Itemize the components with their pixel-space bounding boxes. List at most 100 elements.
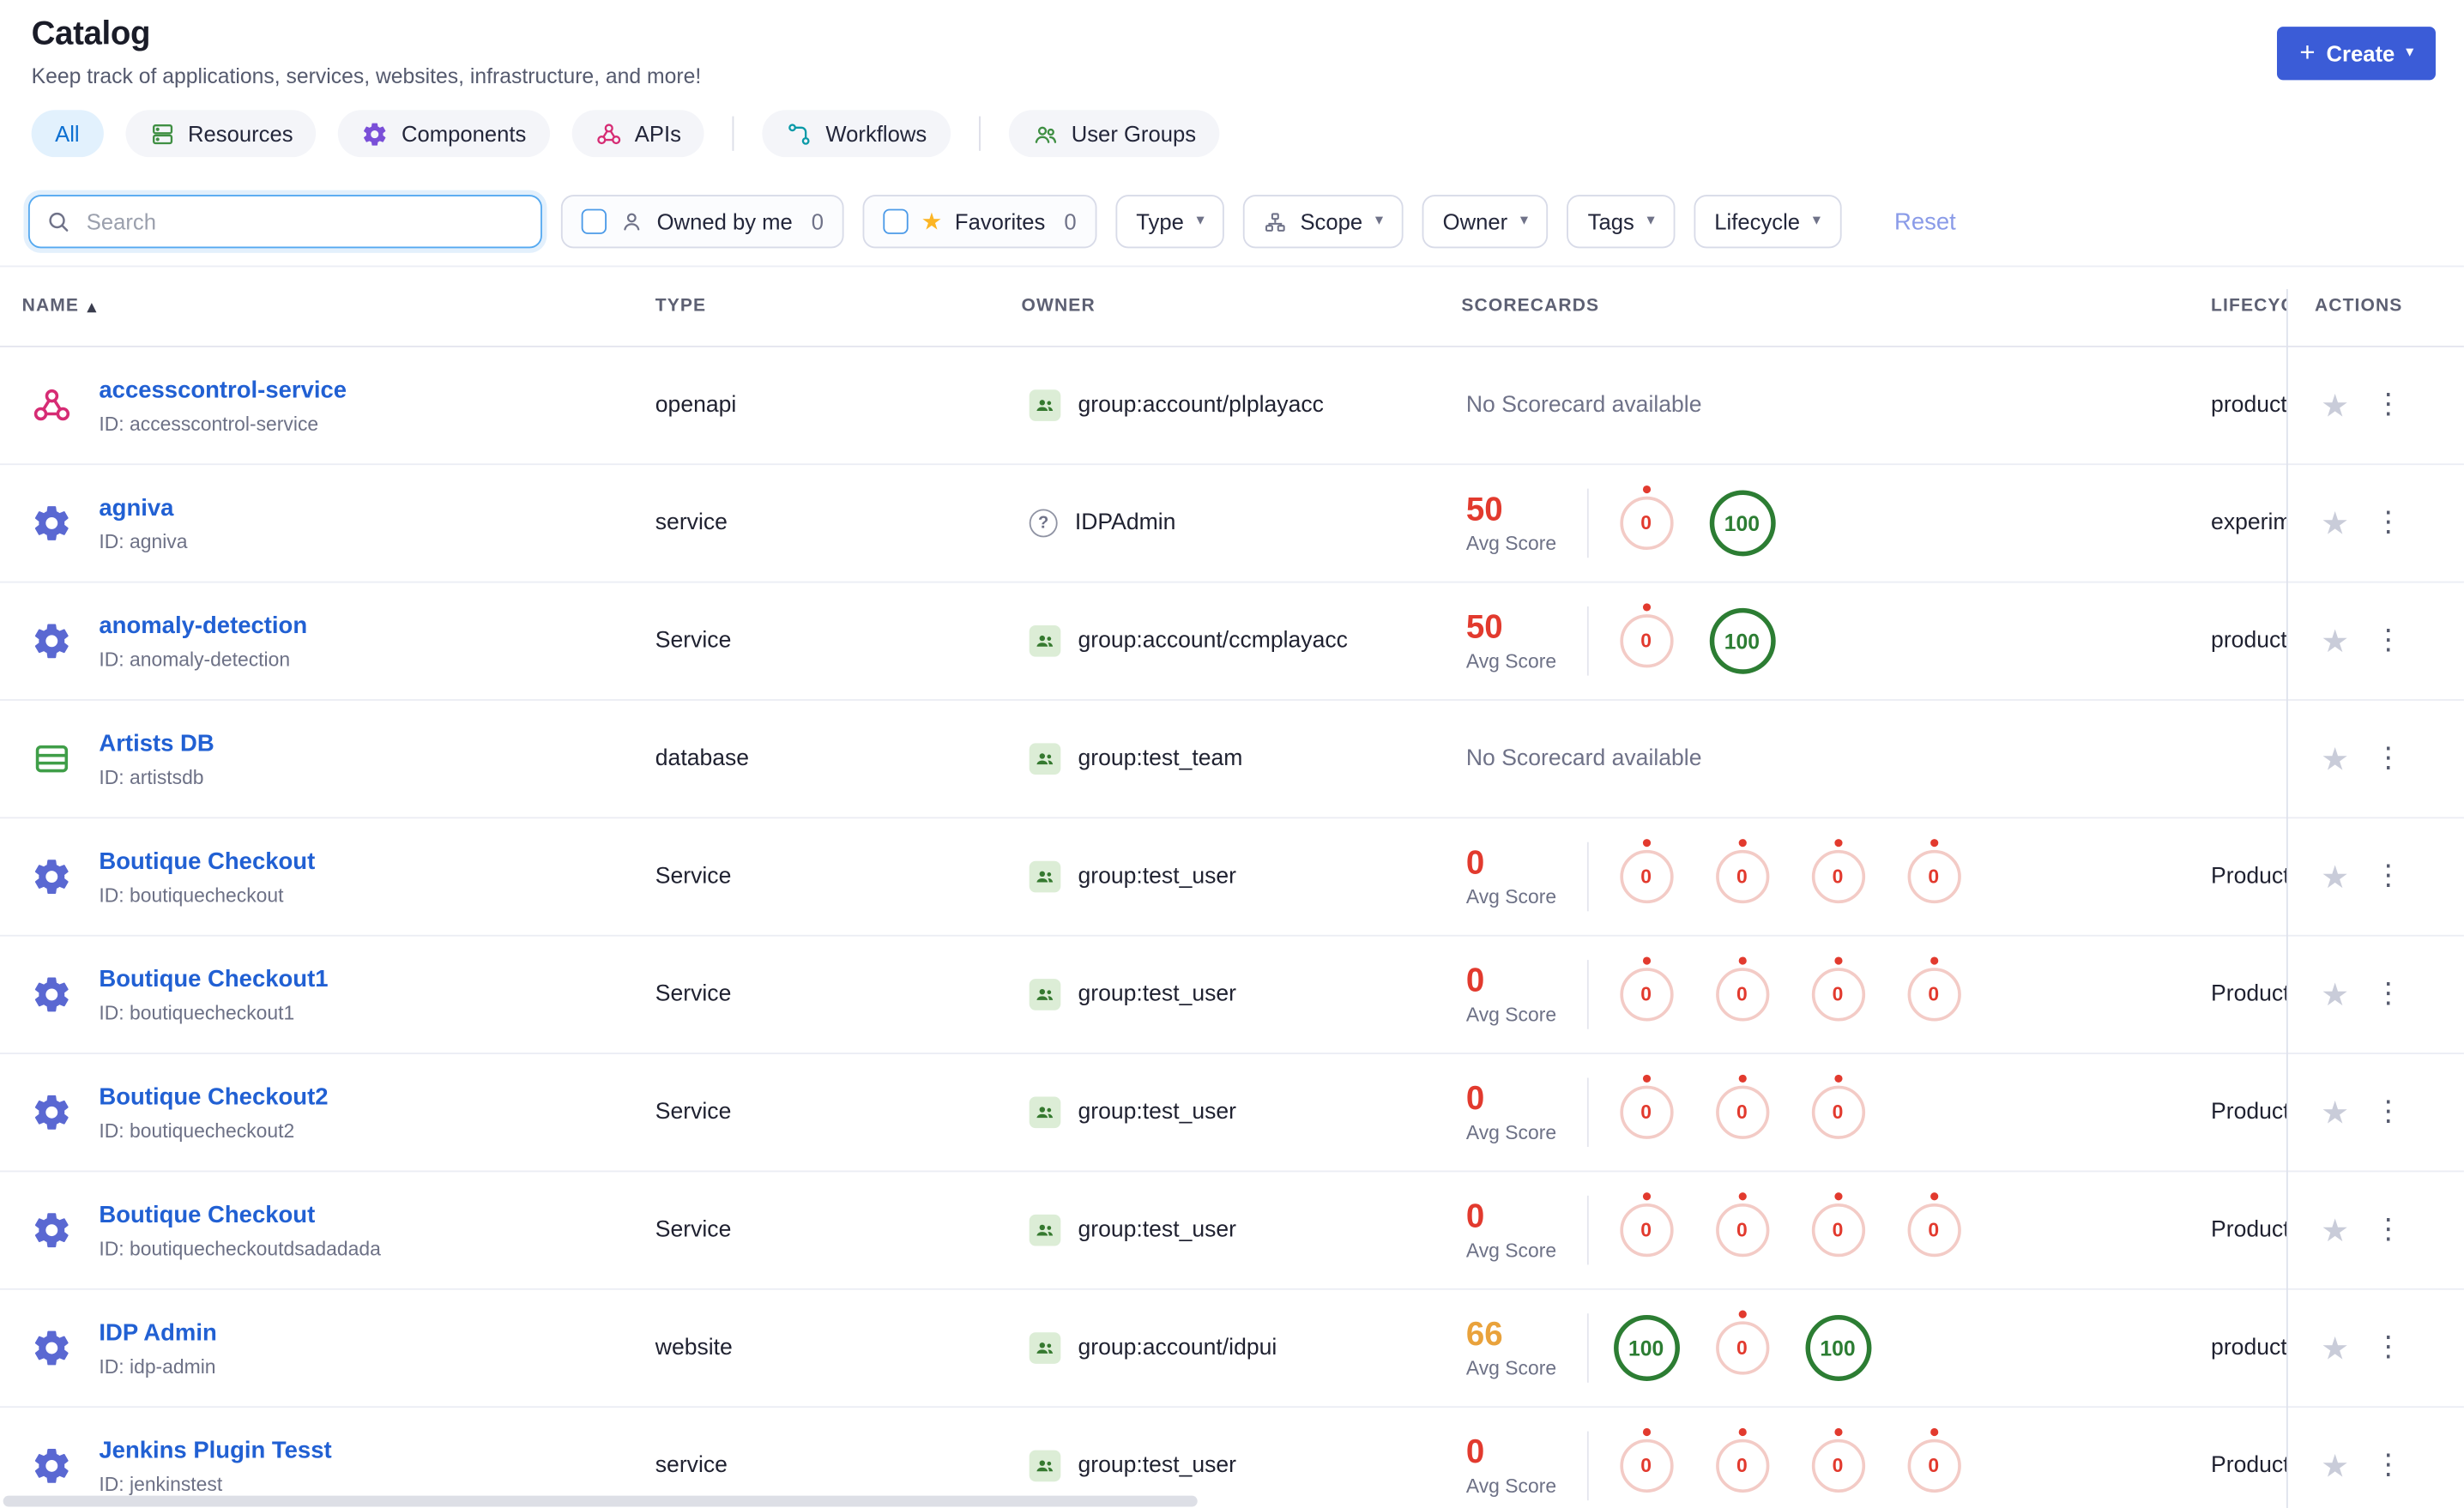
favorite-star-icon[interactable]: ★ bbox=[2321, 743, 2349, 775]
favorite-star-icon[interactable]: ★ bbox=[2321, 508, 2349, 540]
scorecard-badge[interactable]: 0 bbox=[1715, 1321, 1769, 1375]
favorite-star-icon[interactable]: ★ bbox=[2321, 625, 2349, 657]
scorecard-badge[interactable]: 0 bbox=[1619, 496, 1673, 551]
reset-button[interactable]: Reset bbox=[1885, 207, 1966, 237]
scorecard-badge[interactable]: 0 bbox=[1715, 1085, 1769, 1139]
scorecard-badges: 0000 bbox=[1598, 849, 1982, 904]
row-actions: ★ ⋮ bbox=[2286, 1096, 2464, 1128]
favorite-star-icon[interactable]: ★ bbox=[2321, 1332, 2349, 1364]
copy-icon[interactable] bbox=[304, 1003, 324, 1023]
more-actions-icon[interactable]: ⋮ bbox=[2374, 744, 2402, 773]
entity-lifecycle: Production bbox=[2211, 981, 2286, 1008]
create-button-label: Create bbox=[2326, 40, 2395, 66]
entity-name-link[interactable]: agniva bbox=[99, 494, 173, 521]
row-actions: ★ ⋮ bbox=[2286, 625, 2464, 657]
entity-name-link[interactable]: anomaly-detection bbox=[99, 612, 307, 638]
type-dropdown[interactable]: Type ▾ bbox=[1115, 195, 1225, 249]
entity-name-link[interactable]: IDP Admin bbox=[99, 1319, 216, 1346]
scorecard-badge[interactable]: 0 bbox=[1619, 614, 1673, 668]
favorites-filter[interactable]: ★ Favorites 0 bbox=[862, 195, 1097, 249]
scorecard-badge[interactable]: 0 bbox=[1715, 1439, 1769, 1493]
entity-name-link[interactable]: Boutique Checkout bbox=[99, 847, 315, 874]
favorite-star-icon[interactable]: ★ bbox=[2321, 979, 2349, 1010]
scorecard-badge[interactable]: 0 bbox=[1715, 849, 1769, 904]
more-actions-icon[interactable]: ⋮ bbox=[2374, 980, 2402, 1009]
tab-workflows[interactable]: Workflows bbox=[763, 110, 951, 158]
entity-id: ID: jenkinstest bbox=[99, 1473, 331, 1495]
scorecard-badge[interactable]: 0 bbox=[1906, 849, 1960, 904]
favorite-star-icon[interactable]: ★ bbox=[2321, 1096, 2349, 1128]
entity-name-link[interactable]: Boutique Checkout1 bbox=[99, 966, 328, 992]
group-icon bbox=[1029, 389, 1061, 421]
tab-resources[interactable]: Resources bbox=[124, 110, 317, 158]
favorite-star-icon[interactable]: ★ bbox=[2321, 861, 2349, 893]
scorecard-badge[interactable]: 0 bbox=[1715, 1203, 1769, 1258]
copy-icon[interactable] bbox=[304, 1120, 324, 1141]
tags-dropdown[interactable]: Tags ▾ bbox=[1567, 195, 1676, 249]
unknown-owner-icon: ? bbox=[1029, 509, 1058, 538]
more-actions-icon[interactable]: ⋮ bbox=[2374, 862, 2402, 891]
more-actions-icon[interactable]: ⋮ bbox=[2374, 509, 2402, 537]
scorecard-badge[interactable]: 0 bbox=[1906, 1203, 1960, 1258]
more-actions-icon[interactable]: ⋮ bbox=[2374, 1451, 2402, 1480]
scorecard-badge[interactable]: 100 bbox=[1804, 1315, 1871, 1381]
copy-icon[interactable] bbox=[328, 413, 348, 434]
search-box[interactable] bbox=[27, 195, 542, 249]
scorecard-badge[interactable]: 0 bbox=[1810, 1203, 1865, 1258]
more-actions-icon[interactable]: ⋮ bbox=[2374, 626, 2402, 655]
scorecard-badge[interactable]: 0 bbox=[1619, 1203, 1673, 1258]
copy-icon[interactable] bbox=[196, 531, 217, 552]
create-button[interactable]: + Create ▾ bbox=[2277, 27, 2436, 81]
more-actions-icon[interactable]: ⋮ bbox=[2374, 1097, 2402, 1126]
horizontal-scrollbar[interactable] bbox=[3, 1495, 1198, 1507]
favorite-star-icon[interactable]: ★ bbox=[2321, 1451, 2349, 1482]
copy-icon[interactable] bbox=[226, 1356, 246, 1377]
favorite-star-icon[interactable]: ★ bbox=[2321, 389, 2349, 421]
scorecard-badges: 0000 bbox=[1598, 968, 1982, 1022]
favorite-star-icon[interactable]: ★ bbox=[2321, 1215, 2349, 1246]
scorecard-badge[interactable]: 0 bbox=[1619, 1439, 1673, 1493]
scorecard-badge[interactable]: 0 bbox=[1810, 849, 1865, 904]
scorecard-badge[interactable]: 0 bbox=[1810, 1085, 1865, 1139]
lifecycle-dropdown[interactable]: Lifecycle ▾ bbox=[1694, 195, 1841, 249]
favorites-checkbox[interactable] bbox=[883, 208, 909, 234]
scorecard-badge[interactable]: 100 bbox=[1708, 607, 1775, 674]
scorecard-badge[interactable]: 0 bbox=[1810, 1439, 1865, 1493]
entity-lifecycle: Production bbox=[2211, 1453, 2286, 1479]
scope-dropdown[interactable]: Scope ▾ bbox=[1243, 195, 1404, 249]
scorecard-badge[interactable]: 0 bbox=[1810, 968, 1865, 1022]
scorecard-badge[interactable]: 0 bbox=[1619, 968, 1673, 1022]
entity-name-link[interactable]: accesscontrol-service bbox=[99, 377, 347, 403]
tab-components[interactable]: Components bbox=[338, 110, 550, 158]
scorecard-badge[interactable]: 100 bbox=[1613, 1315, 1680, 1381]
tab-apis[interactable]: APIs bbox=[571, 110, 705, 158]
copy-icon[interactable] bbox=[214, 767, 234, 787]
scorecard-badge[interactable]: 0 bbox=[1906, 1439, 1960, 1493]
scorecard-badge[interactable]: 0 bbox=[1619, 849, 1673, 904]
owner-dropdown[interactable]: Owner ▾ bbox=[1422, 195, 1549, 249]
more-actions-icon[interactable]: ⋮ bbox=[2374, 390, 2402, 419]
scorecard-badge[interactable]: 100 bbox=[1708, 490, 1775, 557]
scorecard-badge[interactable]: 0 bbox=[1906, 968, 1960, 1022]
entity-name-link[interactable]: Artists DB bbox=[99, 730, 214, 757]
entity-name-link[interactable]: Jenkins Plugin Tesst bbox=[99, 1437, 331, 1463]
more-actions-icon[interactable]: ⋮ bbox=[2374, 1333, 2402, 1362]
copy-icon[interactable] bbox=[390, 1238, 411, 1258]
scorecard-badge[interactable]: 0 bbox=[1715, 968, 1769, 1022]
avg-score: 0 Avg Score bbox=[1465, 962, 1557, 1026]
column-header-name[interactable]: NAME ▲ bbox=[0, 297, 655, 316]
entity-name-link[interactable]: Boutique Checkout2 bbox=[99, 1083, 328, 1110]
scorecard-badge[interactable]: 0 bbox=[1619, 1085, 1673, 1139]
entity-id: ID: accesscontrol-service bbox=[99, 413, 348, 435]
copy-icon[interactable] bbox=[299, 648, 320, 669]
copy-icon[interactable] bbox=[232, 1474, 252, 1494]
owned-by-me-filter[interactable]: Owned by me 0 bbox=[560, 195, 844, 249]
entity-name-link[interactable]: Boutique Checkout bbox=[99, 1201, 315, 1228]
more-actions-icon[interactable]: ⋮ bbox=[2374, 1215, 2402, 1245]
tab-user-groups[interactable]: User Groups bbox=[1008, 110, 1220, 158]
owned-by-me-checkbox[interactable] bbox=[581, 208, 607, 234]
tab-all[interactable]: All bbox=[31, 110, 104, 158]
search-input[interactable] bbox=[83, 207, 525, 236]
copy-icon[interactable] bbox=[293, 884, 314, 905]
scorecard-badges: 100 0 100 bbox=[1598, 1315, 1886, 1381]
